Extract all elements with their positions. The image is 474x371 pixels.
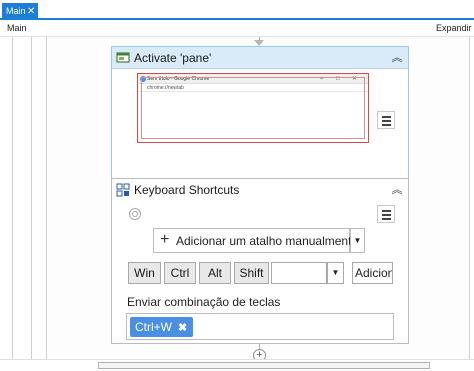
document-tab-strip: Main ✕ [0, 0, 474, 20]
add-shortcut-manually-label: Adicionar um atalho manualmente [176, 234, 359, 248]
sequence-border-mid [31, 37, 32, 371]
sequence-border-inner [46, 37, 47, 371]
designer-canvas: Activate 'pane' ︽ Sem título - Google Ch… [0, 37, 474, 371]
caret-down-icon[interactable]: ▼ [350, 228, 365, 253]
send-combo-label: Enviar combinação de teclas [127, 295, 281, 309]
screenshot-titlebar: Sem título - Google Chrome [138, 74, 368, 84]
activity-menu-button[interactable] [377, 111, 395, 129]
horizontal-scrollbar[interactable] [0, 359, 474, 371]
remove-icon[interactable]: ✖ [178, 322, 187, 334]
target-icon[interactable] [128, 207, 142, 221]
sequence-border-right [469, 37, 470, 371]
add-combo-button[interactable]: Adicion [352, 262, 393, 284]
window-activate-icon [116, 52, 130, 63]
keyboard-shortcuts-title: Keyboard Shortcuts [134, 183, 240, 197]
tab-main[interactable]: Main ✕ [2, 3, 38, 20]
screenshot-address-bar: chrome://newtab [138, 84, 368, 92]
add-shortcut-manually-button[interactable]: + Adicionar um atalho manualmente [153, 228, 358, 253]
close-icon: ✕ [352, 76, 358, 82]
scrollbar-thumb[interactable] [98, 362, 430, 369]
maximize-icon: □ [336, 76, 340, 82]
key-ctrl-button[interactable]: Ctrl [164, 262, 196, 284]
chrome-icon [140, 76, 146, 82]
keyboard-shortcuts-icon [116, 183, 130, 197]
close-icon[interactable]: ✕ [27, 3, 35, 20]
breadcrumb-bar: Main Expandir Tu [0, 20, 474, 37]
screenshot-browser-title: Sem título - Google Chrome [147, 76, 210, 82]
breadcrumb[interactable]: Main [7, 20, 27, 37]
plus-icon: + [160, 231, 170, 248]
key-shift-button[interactable]: Shift [234, 262, 269, 284]
activate-activity-card[interactable]: Activate 'pane' ︽ Sem título - Google Ch… [111, 46, 409, 179]
minimize-icon: – [320, 76, 324, 82]
tab-main-label: Main [6, 6, 26, 16]
key-select-input[interactable] [271, 262, 327, 284]
screenshot-address: chrome://newtab [147, 85, 184, 91]
chevron-up-icon[interactable]: ︽ [390, 50, 404, 66]
activate-activity-title: Activate 'pane' [134, 51, 212, 65]
activity-menu-button[interactable] [377, 205, 395, 223]
keyboard-shortcuts-activity-card[interactable]: Keyboard Shortcuts ︽ + Adicionar um atal… [111, 178, 409, 344]
caret-down-icon[interactable]: ▼ [327, 262, 344, 284]
activate-activity-header[interactable]: Activate 'pane' ︽ [112, 47, 408, 69]
shortcut-chip[interactable]: Ctrl+W ✖ [130, 317, 194, 337]
target-screenshot[interactable]: Sem título - Google Chrome – □ ✕ chrome:… [137, 73, 369, 143]
expand-tree-button[interactable]: Expandir Tu [436, 20, 474, 37]
key-alt-button[interactable]: Alt [199, 262, 231, 284]
sequence-border-outer [12, 37, 13, 371]
chevron-up-icon[interactable]: ︽ [390, 182, 404, 198]
shortcut-combo-list: Ctrl+W ✖ [126, 313, 394, 340]
shortcut-chip-label: Ctrl+W [135, 320, 172, 334]
keyboard-shortcuts-header[interactable]: Keyboard Shortcuts ︽ [112, 179, 408, 201]
key-win-button[interactable]: Win [128, 262, 161, 284]
